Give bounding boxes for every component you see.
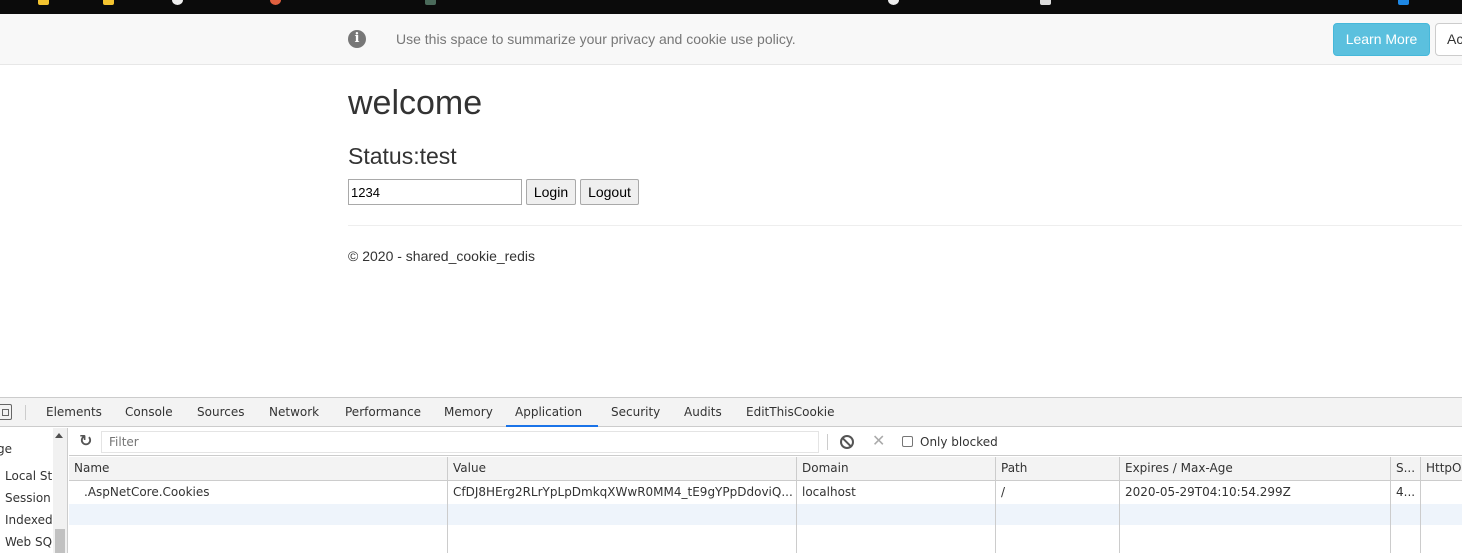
- column-header-path[interactable]: Path: [996, 457, 1119, 480]
- column-divider[interactable]: [1390, 457, 1391, 553]
- bookmark-icon[interactable]: [38, 0, 49, 5]
- bookmark-icon[interactable]: [425, 0, 436, 5]
- only-blocked-checkbox[interactable]: [902, 436, 913, 447]
- page-title: welcome: [348, 84, 483, 122]
- tab-performance[interactable]: Performance: [336, 398, 430, 427]
- cookie-path-cell: /: [1001, 485, 1006, 499]
- logout-button[interactable]: Logout: [580, 179, 639, 205]
- cookie-value-cell: CfDJ8HErg2RLrYpLpDmkqXWwR0MM4_tE9gYPpDdo…: [453, 485, 793, 499]
- application-sidebar: ge Local St Session Indexed Web SQ: [0, 428, 68, 553]
- learn-more-button[interactable]: Learn More: [1333, 23, 1430, 56]
- column-header-domain[interactable]: Domain: [797, 457, 995, 480]
- bookmark-icon[interactable]: [172, 0, 183, 5]
- cookie-policy-text: Use this space to summarize your privacy…: [396, 31, 796, 47]
- column-divider[interactable]: [1420, 457, 1421, 553]
- bookmark-icon[interactable]: [888, 0, 899, 5]
- tab-audits[interactable]: Audits: [675, 398, 731, 427]
- table-row[interactable]: [69, 504, 1462, 525]
- bookmark-icon[interactable]: [270, 0, 281, 5]
- footer-text: © 2020 - shared_cookie_redis: [348, 248, 535, 264]
- cookie-size-cell: 4...: [1396, 485, 1416, 499]
- cookie-name-cell: .AspNetCore.Cookies: [84, 485, 210, 499]
- column-header-size[interactable]: S...: [1391, 457, 1420, 480]
- column-divider[interactable]: [995, 457, 996, 553]
- column-divider[interactable]: [1119, 457, 1120, 553]
- column-header-value[interactable]: Value: [448, 457, 796, 480]
- tab-memory[interactable]: Memory: [435, 398, 502, 427]
- user-id-input[interactable]: [348, 179, 522, 205]
- tab-application[interactable]: Application: [506, 398, 598, 427]
- column-header-httponly[interactable]: HttpO: [1421, 457, 1462, 480]
- accept-button[interactable]: Ac: [1435, 23, 1462, 56]
- tab-security[interactable]: Security: [602, 398, 669, 427]
- column-divider[interactable]: [447, 457, 448, 553]
- bookmark-icon[interactable]: [103, 0, 114, 5]
- bookmark-icon[interactable]: [1398, 0, 1409, 5]
- scrollbar-thumb[interactable]: [55, 529, 65, 553]
- scroll-up-icon[interactable]: [55, 433, 63, 438]
- tab-elements[interactable]: Elements: [37, 398, 111, 427]
- divider: [348, 225, 1462, 226]
- devtools-panel: Elements Console Sources Network Perform…: [0, 397, 1462, 553]
- clear-all-icon[interactable]: [840, 435, 854, 449]
- divider: [827, 434, 828, 450]
- column-divider[interactable]: [796, 457, 797, 553]
- cookie-expires-cell: 2020-05-29T04:10:54.299Z: [1125, 485, 1291, 499]
- sidebar-item-local-storage[interactable]: Local St: [5, 469, 52, 483]
- devtools-tabbar: Elements Console Sources Network Perform…: [0, 398, 1462, 427]
- cookies-toolbar: ↻ ✕ Only blocked: [69, 428, 1462, 456]
- only-blocked-label: Only blocked: [920, 435, 998, 449]
- cookie-consent-banner: i Use this space to summarize your priva…: [0, 14, 1462, 65]
- tab-network[interactable]: Network: [260, 398, 328, 427]
- column-header-name[interactable]: Name: [69, 457, 447, 480]
- device-toolbar-icon[interactable]: [0, 404, 12, 420]
- sidebar-item-indexeddb[interactable]: Indexed: [5, 513, 53, 527]
- bookmark-icon[interactable]: [1040, 0, 1051, 5]
- login-button[interactable]: Login: [526, 179, 576, 205]
- filter-input[interactable]: [101, 431, 819, 453]
- divider: [25, 405, 26, 420]
- status-text: Status:test: [348, 143, 457, 169]
- delete-selected-icon[interactable]: ✕: [872, 432, 885, 450]
- tab-sources[interactable]: Sources: [188, 398, 253, 427]
- info-icon: i: [348, 30, 366, 48]
- table-row[interactable]: .AspNetCore.Cookies CfDJ8HErg2RLrYpLpDmk…: [69, 481, 1462, 504]
- column-header-expires[interactable]: Expires / Max-Age: [1120, 457, 1390, 480]
- bookmarks-bar: [0, 0, 1462, 14]
- tab-editthiscookie[interactable]: EditThisCookie: [737, 398, 844, 427]
- cookies-table: Name Value Domain Path Expires / Max-Age…: [69, 457, 1462, 553]
- tab-console[interactable]: Console: [116, 398, 182, 427]
- refresh-icon[interactable]: ↻: [79, 433, 95, 449]
- cookie-domain-cell: localhost: [802, 485, 856, 499]
- sidebar-item-session-storage[interactable]: Session: [5, 491, 51, 505]
- table-header: Name Value Domain Path Expires / Max-Age…: [69, 457, 1462, 481]
- sidebar-item-web-sql[interactable]: Web SQ: [5, 535, 52, 549]
- sidebar-item-storage[interactable]: ge: [0, 442, 12, 456]
